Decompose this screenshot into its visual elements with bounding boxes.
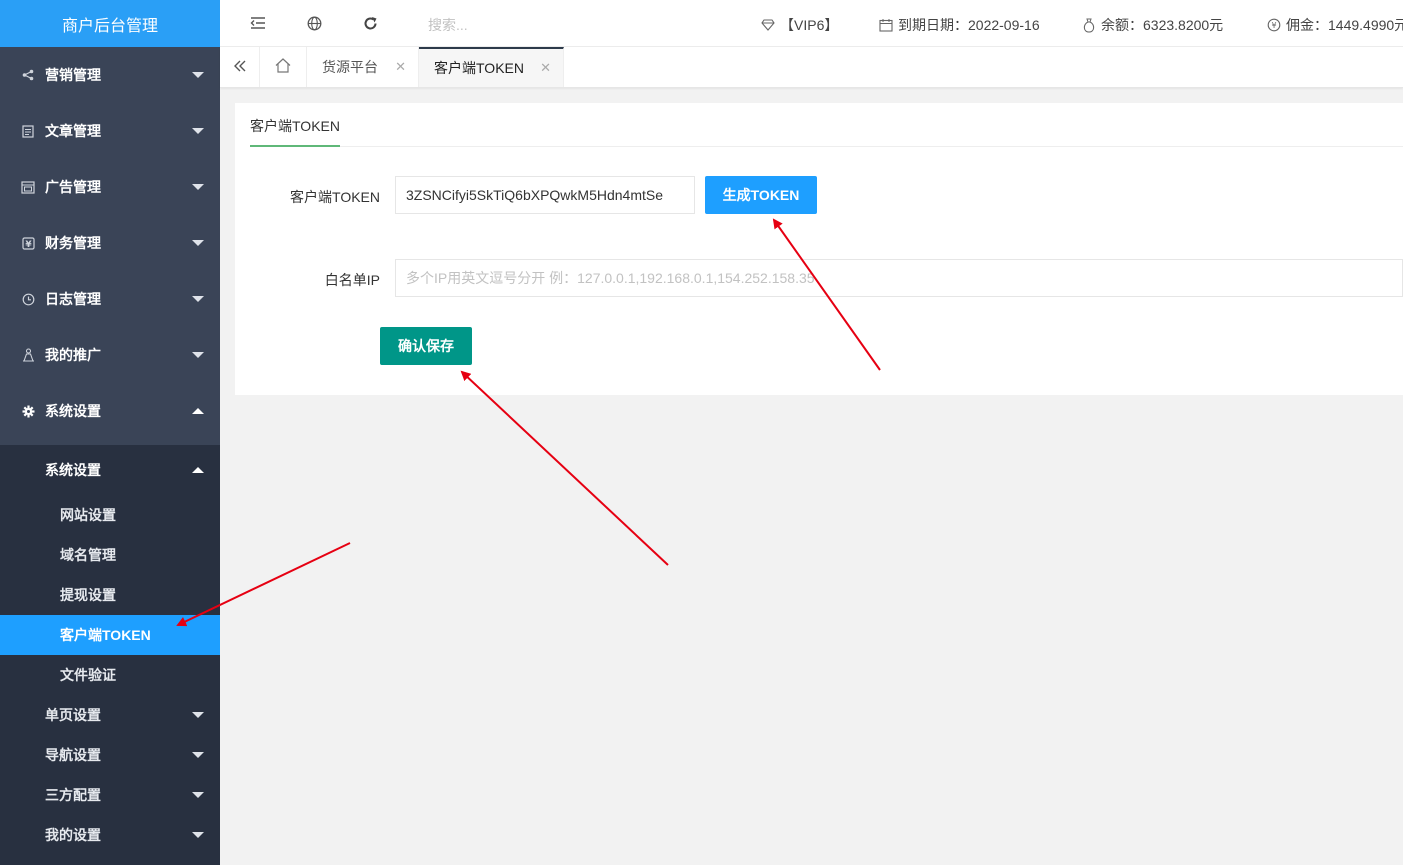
tab-client-token[interactable]: 客户端TOKEN ✕ [419, 47, 564, 87]
card-divider [250, 146, 1403, 147]
top-header: 搜索... 【VIP6】 到期日期：2022-09-16 余额：6323.820… [220, 0, 1403, 47]
vip-level: 【VIP6】 [760, 15, 838, 35]
sidebar-item-label: 我的推广 [45, 347, 101, 363]
chevron-up-icon [192, 408, 204, 414]
sidebar-item-ads[interactable]: 广告管理 [0, 159, 220, 215]
sidebar-item-label: 文章管理 [45, 123, 101, 139]
chevron-down-icon [192, 352, 204, 358]
sidebar-group-label: 导航设置 [45, 747, 101, 763]
card-tab-client-token[interactable]: 客户端TOKEN [250, 116, 340, 136]
sidebar-group-single-page[interactable]: 单页设置 [0, 695, 220, 735]
calendar-icon [878, 17, 894, 33]
people-icon [20, 347, 36, 363]
sidebar-link-website-settings[interactable]: 网站设置 [0, 495, 220, 535]
sidebar-submenu: 系统设置 网站设置 域名管理 提现设置 客户端TOKEN 文件验证 单页设置 导… [0, 445, 220, 865]
sidebar-item-label: 日志管理 [45, 291, 101, 307]
balance-text: 余额：6323.8200元 [1101, 17, 1224, 33]
sidebar-item-label: 系统设置 [45, 403, 101, 419]
globe-icon[interactable] [305, 14, 323, 32]
chevron-down-icon [192, 792, 204, 798]
clock-icon [20, 291, 36, 307]
sidebar-link-domain-management[interactable]: 域名管理 [0, 535, 220, 575]
finance-icon: ¥ [20, 235, 36, 251]
sidebar-item-label: 财务管理 [45, 235, 101, 251]
save-button[interactable]: 确认保存 [380, 327, 472, 365]
commission-text: 佣金：1449.4990元 [1286, 17, 1403, 33]
tab-home[interactable] [260, 47, 307, 87]
sidebar-group-third-party[interactable]: 三方配置 [0, 775, 220, 815]
close-icon[interactable]: ✕ [540, 60, 551, 76]
submenu-head-system-settings[interactable]: 系统设置 [0, 445, 220, 495]
chevron-down-icon [192, 72, 204, 78]
gear-icon [20, 403, 36, 419]
card-tab-underline [250, 145, 340, 147]
sidebar-item-label: 广告管理 [45, 179, 101, 195]
generate-token-button[interactable]: 生成TOKEN [705, 176, 817, 214]
tab-label: 客户端TOKEN [434, 60, 524, 76]
close-icon[interactable]: ✕ [395, 59, 406, 75]
chevron-down-icon [192, 128, 204, 134]
sidebar-item-promotion[interactable]: 我的推广 [0, 327, 220, 383]
whitelist-label: 白名单IP [324, 272, 380, 288]
submenu-head-label: 系统设置 [45, 462, 101, 478]
tab-bar: 货源平台 ✕ 客户端TOKEN ✕ [220, 47, 1403, 88]
app-logo-title[interactable]: 商户后台管理 [0, 0, 220, 47]
sidebar-item-label: 营销管理 [45, 67, 101, 83]
svg-text:¥: ¥ [25, 240, 32, 250]
double-chevron-left-icon [233, 59, 247, 76]
document-icon [20, 123, 36, 139]
sidebar-link-client-token[interactable]: 客户端TOKEN [0, 615, 220, 655]
expire-date: 到期日期：2022-09-16 [878, 15, 1040, 35]
expire-text: 到期日期：2022-09-16 [898, 17, 1040, 33]
home-icon [275, 58, 291, 76]
sidebar-group-label: 三方配置 [45, 787, 101, 803]
chevron-down-icon [192, 752, 204, 758]
sidebar-item-finance[interactable]: ¥ 财务管理 [0, 215, 220, 271]
token-settings-card: 客户端TOKEN 客户端TOKEN 3ZSNCifyi5SkTiQ6bXPQwk… [235, 103, 1403, 395]
sidebar-item-logs[interactable]: 日志管理 [0, 271, 220, 327]
menu-toggle-icon[interactable] [249, 14, 267, 32]
tabs-scroll-left-button[interactable] [220, 47, 260, 87]
chevron-down-icon [192, 184, 204, 190]
chevron-down-icon [192, 832, 204, 838]
sidebar-group-navigation[interactable]: 导航设置 [0, 735, 220, 775]
sidebar: 商户后台管理 营销管理 文章管理 广告管理 ¥ 财务管理 日志管理 我的推广 系… [0, 0, 220, 865]
commission: ¥ 佣金：1449.4990元 [1266, 15, 1403, 35]
search-input[interactable]: 搜索... [428, 15, 468, 35]
chevron-up-icon [192, 467, 204, 473]
sidebar-group-label: 单页设置 [45, 707, 101, 723]
arrow-to-save-button [460, 370, 669, 566]
whitelist-ip-input[interactable]: 多个IP用英文逗号分开 例：127.0.0.1,192.168.0.1,154.… [395, 259, 1403, 297]
ad-icon [20, 179, 36, 195]
sidebar-group-my-settings[interactable]: 我的设置 [0, 815, 220, 855]
tab-supply-platform[interactable]: 货源平台 ✕ [307, 47, 419, 87]
chevron-down-icon [192, 296, 204, 302]
chevron-down-icon [192, 712, 204, 718]
tab-label: 货源平台 [322, 59, 378, 75]
sidebar-item-articles[interactable]: 文章管理 [0, 103, 220, 159]
chevron-down-icon [192, 240, 204, 246]
token-input[interactable]: 3ZSNCifyi5SkTiQ6bXPQwkM5Hdn4mtSe [395, 176, 695, 214]
token-label: 客户端TOKEN [290, 189, 380, 205]
sidebar-group-label: 我的设置 [45, 827, 101, 843]
vip-text: 【VIP6】 [780, 17, 839, 33]
svg-text:¥: ¥ [1271, 21, 1276, 30]
sidebar-link-file-verify[interactable]: 文件验证 [0, 655, 220, 695]
sidebar-link-withdraw-settings[interactable]: 提现设置 [0, 575, 220, 615]
money-bag-icon [1081, 17, 1097, 33]
balance: 余额：6323.8200元 [1081, 15, 1223, 35]
coin-icon: ¥ [1266, 17, 1282, 33]
sidebar-item-marketing[interactable]: 营销管理 [0, 47, 220, 103]
refresh-icon[interactable] [361, 14, 379, 32]
sidebar-item-system-settings[interactable]: 系统设置 [0, 383, 220, 439]
share-icon [20, 67, 36, 83]
diamond-icon [760, 17, 776, 33]
